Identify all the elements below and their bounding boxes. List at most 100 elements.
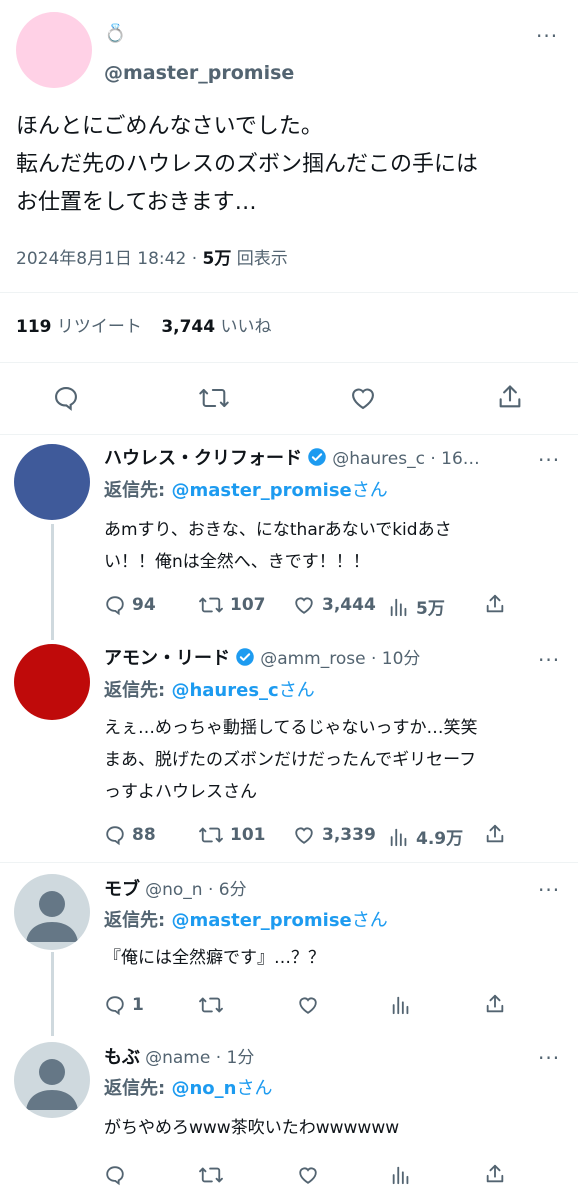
heart-icon[interactable] bbox=[348, 384, 378, 412]
reply-handle-time[interactable]: @haures_c · 16… bbox=[332, 449, 480, 469]
display-name-emoji[interactable]: 💍 bbox=[104, 22, 126, 46]
views-button[interactable] bbox=[390, 994, 412, 1016]
reply-author-name[interactable]: アモン・リード bbox=[104, 648, 230, 669]
reply-to-prefix: 返信先: bbox=[104, 910, 172, 931]
reply-text: えぇ…めっちゃ動揺してるじゃないっすか…笑笑 まあ、脱げたのズボンだけだったんで… bbox=[104, 712, 570, 808]
views-button[interactable]: 5万 bbox=[388, 594, 445, 619]
engagement-stats: 119 リツイート 3,744 いいね bbox=[16, 315, 272, 339]
reply-text-line: がちやめろwww茶吹いたわwwwwww bbox=[104, 1118, 400, 1138]
share-icon bbox=[486, 994, 504, 1013]
reply-to-prefix: 返信先: bbox=[104, 680, 172, 701]
reply-handle-time[interactable]: @name · 1分 bbox=[145, 1048, 254, 1068]
reply-to: 返信先: @master_promiseさん bbox=[104, 478, 388, 504]
share-icon[interactable] bbox=[496, 382, 524, 412]
share-button[interactable] bbox=[484, 992, 506, 1016]
reply-text-line: あmすり、おきな、になtharあないでkidあさ bbox=[104, 520, 452, 540]
more-icon[interactable]: ··· bbox=[538, 450, 560, 470]
thread-line bbox=[51, 952, 54, 1036]
likes-count[interactable]: 3,744 bbox=[161, 317, 215, 337]
likes-label[interactable]: いいね bbox=[221, 317, 272, 337]
retweet-button[interactable] bbox=[198, 994, 224, 1016]
retweets-count[interactable]: 119 bbox=[16, 317, 52, 337]
reply-to: 返信先: @master_promiseさん bbox=[104, 908, 388, 934]
retweets-label[interactable]: リツイート bbox=[57, 317, 142, 337]
more-icon[interactable]: ··· bbox=[536, 26, 558, 46]
retweet-icon[interactable] bbox=[198, 384, 230, 412]
like-button[interactable] bbox=[296, 994, 320, 1016]
reply-button[interactable] bbox=[104, 1164, 126, 1186]
reply-text: がちやめろwww茶吹いたわwwwwww bbox=[104, 1112, 564, 1144]
main-handle[interactable]: @master_promise bbox=[104, 60, 294, 86]
reply-author-name[interactable]: もぶ bbox=[104, 1047, 140, 1068]
divider bbox=[0, 362, 578, 363]
reply-actions: 94 107 3,444 5万 bbox=[104, 592, 564, 620]
reply-to-suffix[interactable]: さん bbox=[352, 480, 388, 501]
verified-badge-icon bbox=[307, 447, 327, 475]
share-icon bbox=[486, 594, 504, 613]
tweet-meta: 2024年8月1日 18:42 · 5万 回表示 bbox=[16, 247, 288, 271]
reply-avatar[interactable] bbox=[14, 644, 90, 720]
reply-to-handle[interactable]: @haures_c bbox=[171, 680, 278, 701]
reply-icon[interactable] bbox=[52, 384, 80, 412]
retweet-button[interactable] bbox=[198, 1164, 224, 1186]
more-icon[interactable]: ··· bbox=[538, 1048, 560, 1068]
retweet-button[interactable]: 107 bbox=[198, 594, 266, 616]
like-count: 3,444 bbox=[322, 595, 376, 615]
reply-icon bbox=[106, 826, 124, 846]
reply-count: 94 bbox=[132, 595, 156, 615]
reply-avatar[interactable] bbox=[14, 444, 90, 520]
share-button[interactable] bbox=[484, 822, 506, 846]
heart-icon bbox=[295, 597, 313, 614]
reply-to: 返信先: @no_nさん bbox=[104, 1076, 272, 1102]
reply-to-handle[interactable]: @no_n bbox=[171, 1078, 236, 1099]
reply-actions: 88 101 3,339 4.9万 bbox=[104, 822, 564, 850]
like-button[interactable]: 3,339 bbox=[292, 824, 376, 846]
views-label: 回表示 bbox=[236, 249, 288, 269]
like-button[interactable]: 3,444 bbox=[292, 594, 376, 616]
reply-text-line: まあ、脱げたのズボンだけだったんでギリセーフ bbox=[104, 750, 477, 770]
divider bbox=[0, 292, 578, 293]
reply-to-suffix[interactable]: さん bbox=[279, 680, 315, 701]
retweet-icon bbox=[199, 827, 223, 843]
views-button[interactable]: 4.9万 bbox=[388, 824, 463, 849]
views-button[interactable] bbox=[390, 1164, 412, 1186]
retweet-button[interactable]: 101 bbox=[198, 824, 266, 846]
reply-to-suffix[interactable]: さん bbox=[236, 1078, 272, 1099]
tweet-date[interactable]: 2024年8月1日 18:42 bbox=[16, 249, 186, 269]
share-icon bbox=[486, 824, 504, 843]
reply-to-handle[interactable]: @master_promise bbox=[171, 910, 351, 931]
reply-icon bbox=[106, 996, 124, 1016]
reply-handle-time[interactable]: @no_n · 6分 bbox=[145, 880, 246, 900]
reply-to-suffix[interactable]: さん bbox=[352, 910, 388, 931]
views-count: 5万 bbox=[202, 249, 232, 269]
meta-separator: · bbox=[191, 249, 198, 269]
heart-icon bbox=[299, 1167, 317, 1184]
main-avatar[interactable] bbox=[16, 12, 92, 88]
reply-to: 返信先: @haures_cさん bbox=[104, 678, 315, 704]
like-button[interactable] bbox=[296, 1164, 320, 1186]
default-avatar-icon[interactable] bbox=[14, 1042, 90, 1118]
default-avatar-icon[interactable] bbox=[14, 874, 90, 950]
main-tweet-text: ほんとにごめんなさいでした。 転んだ先のハウレスのズボン掴んだこの手には お仕置… bbox=[16, 108, 568, 222]
main-tweet-line: 転んだ先のハウレスのズボン掴んだこの手には bbox=[16, 152, 479, 177]
reply-to-prefix: 返信先: bbox=[104, 480, 172, 501]
heart-icon bbox=[295, 827, 313, 844]
reply-author-name[interactable]: モブ bbox=[104, 879, 140, 900]
reply-button[interactable]: 88 bbox=[104, 824, 156, 846]
reply-handle-time[interactable]: @amm_rose · 10分 bbox=[260, 649, 420, 669]
reply-button[interactable]: 1 bbox=[104, 994, 144, 1016]
share-button[interactable] bbox=[484, 1162, 506, 1186]
heart-icon bbox=[299, 997, 317, 1014]
reply-to-handle[interactable]: @master_promise bbox=[171, 480, 351, 501]
reply-author-name[interactable]: ハウレス・クリフォード bbox=[104, 448, 302, 469]
more-icon[interactable]: ··· bbox=[538, 880, 560, 900]
retweet-count: 107 bbox=[230, 595, 266, 615]
retweet-icon bbox=[199, 597, 223, 613]
views-icon bbox=[392, 1166, 409, 1185]
share-button[interactable] bbox=[484, 592, 506, 616]
reply-text: あmすり、おきな、になtharあないでkidあさ い！！俺nは全然へ、きです！！… bbox=[104, 514, 564, 578]
more-icon[interactable]: ··· bbox=[538, 650, 560, 670]
reply-button[interactable]: 94 bbox=[104, 594, 156, 616]
like-count: 3,339 bbox=[322, 825, 376, 845]
views-icon bbox=[392, 996, 409, 1015]
